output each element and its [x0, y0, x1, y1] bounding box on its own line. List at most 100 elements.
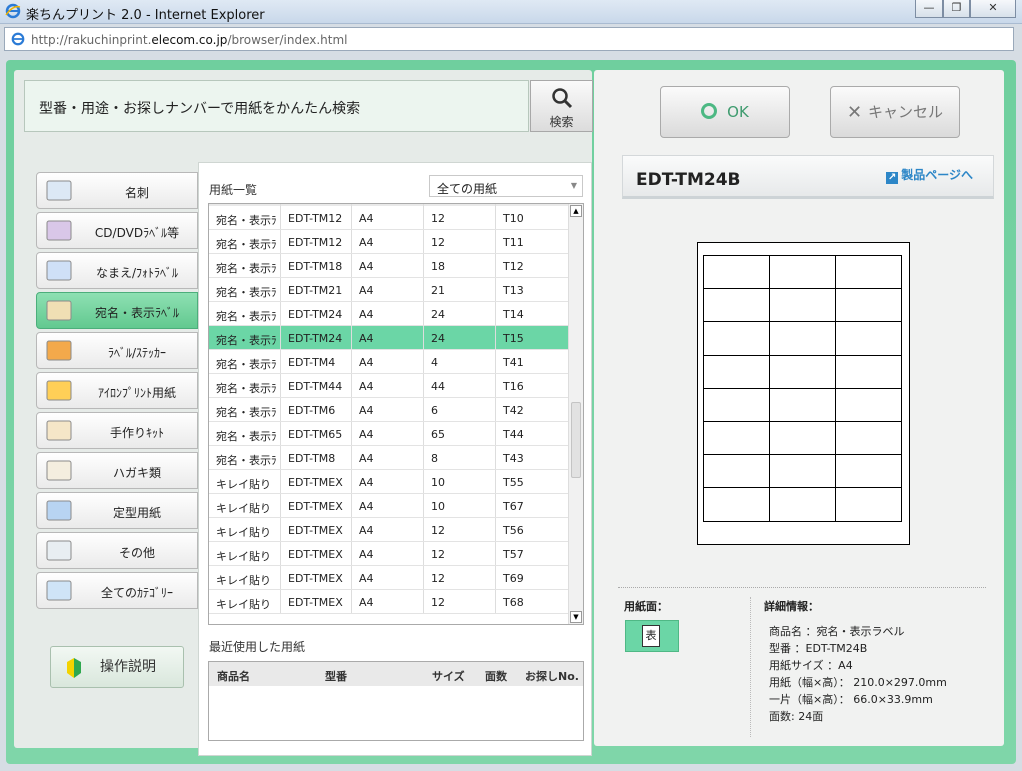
table-row[interactable]: 宛名・表示ﾗ EDT-TM44 A4 44 T16	[209, 374, 569, 398]
category-item[interactable]: ｱｲﾛﾝﾌﾟﾘﾝﾄ用紙	[36, 372, 198, 409]
category-item[interactable]: 名刺	[36, 172, 198, 209]
category-item[interactable]: 定型用紙	[36, 492, 198, 529]
table-cell: A4	[352, 350, 424, 373]
category-label: 定型用紙	[112, 506, 161, 520]
product-page-link[interactable]: ↗ 製品ページへ	[886, 166, 973, 184]
table-cell: 宛名・表示ﾗ	[209, 254, 281, 277]
window-titlebar: 楽ちんプリント 2.0 - Internet Explorer — ❐ ✕	[0, 0, 1022, 24]
face-indicator: 表	[625, 620, 679, 652]
close-window-button[interactable]: ✕	[970, 0, 1016, 18]
table-cell: 宛名・表示ﾗ	[209, 398, 281, 421]
table-row[interactable]: 宛名・表示ﾗ EDT-TM12 A4 12 T11	[209, 230, 569, 254]
category-item[interactable]: ﾗﾍﾞﾙ/ｽﾃｯｶｰ	[36, 332, 198, 369]
table-cell: A4	[352, 278, 424, 301]
label-cell	[703, 487, 770, 522]
table-cell: EDT-TM6	[281, 398, 352, 421]
table-cell: 44	[424, 374, 496, 397]
category-item[interactable]: CD/DVDﾗﾍﾞﾙ等	[36, 212, 198, 249]
search-input[interactable]: 型番・用途・お探しナンバーで用紙をかんたん検索	[24, 80, 529, 132]
recent-col-name: 商品名	[217, 670, 250, 683]
table-cell: EDT-TM21	[281, 278, 352, 301]
table-row-partial[interactable]: 宛名・表示ﾗ EDT-TM12 A4 12 T10	[209, 206, 569, 230]
scroll-thumb[interactable]	[571, 402, 581, 478]
label-cell	[769, 454, 836, 489]
table-row[interactable]: 宛名・表示ﾗ EDT-TM18 A4 18 T12	[209, 254, 569, 278]
table-row[interactable]: 宛名・表示ﾗ EDT-TM65 A4 65 T44	[209, 422, 569, 446]
table-row[interactable]: 宛名・表示ﾗ EDT-TM6 A4 6 T42	[209, 398, 569, 422]
table-row[interactable]: キレイ貼り EDT-TMEX A4 12 T68	[209, 590, 569, 614]
minimize-button[interactable]: —	[915, 0, 943, 18]
label-sheet-preview	[697, 242, 910, 545]
table-row[interactable]: キレイ貼り EDT-TMEX A4 12 T57	[209, 542, 569, 566]
table-cell: 宛名・表示ﾗ	[209, 230, 281, 253]
table-cell: T15	[496, 326, 569, 349]
table-cell: A4	[352, 230, 424, 253]
scroll-up-icon[interactable]: ▲	[570, 205, 582, 217]
paper-size-icon	[45, 498, 75, 524]
label-cell	[835, 354, 902, 389]
address-bar[interactable]: http://rakuchinprint.elecom.co.jp/browse…	[4, 27, 1014, 51]
table-row[interactable]: 宛名・表示ﾗ EDT-TM24 A4 24 T15	[209, 326, 569, 350]
table-row[interactable]: キレイ貼り EDT-TMEX A4 12 T56	[209, 518, 569, 542]
label-cell	[835, 255, 902, 290]
category-item[interactable]: その他	[36, 532, 198, 569]
table-row[interactable]: 宛名・表示ﾗ EDT-TM21 A4 21 T13	[209, 278, 569, 302]
table-cell: EDT-TMEX	[281, 470, 352, 493]
cancel-button[interactable]: ✕ キャンセル	[830, 86, 960, 138]
table-cell: A4	[352, 398, 424, 421]
label-cell	[703, 454, 770, 489]
table-cell: T55	[496, 470, 569, 493]
paper-filter-select[interactable]: 全ての用紙 ▼	[429, 175, 583, 197]
recent-col-count: 面数	[485, 670, 507, 683]
restore-button[interactable]: ❐	[943, 0, 970, 18]
table-cell: EDT-TM24	[281, 326, 352, 349]
table-cell: 宛名・表示ﾗ	[209, 374, 281, 397]
label-cell	[703, 288, 770, 323]
category-item[interactable]: 手作りｷｯﾄ	[36, 412, 198, 449]
label-cell	[703, 421, 770, 456]
details-title: 詳細情報：	[764, 600, 819, 613]
help-button[interactable]: 操作説明	[50, 646, 184, 688]
app-frame: 型番・用途・お探しナンバーで用紙をかんたん検索 検索 名刺 CD/DVDﾗﾍﾞﾙ等…	[6, 60, 1016, 764]
table-row[interactable]: キレイ貼り EDT-TMEX A4 10 T67	[209, 494, 569, 518]
category-item[interactable]: 全てのｶﾃｺﾞﾘｰ	[36, 572, 198, 609]
ok-button[interactable]: OK	[660, 86, 790, 138]
etc-icon	[45, 538, 75, 564]
table-cell: T57	[496, 542, 569, 565]
table-cell: 24	[424, 302, 496, 325]
table-cell: 10	[424, 470, 496, 493]
table-cell: T42	[496, 398, 569, 421]
paper-table-scrollbar[interactable]: ▲ ▼	[568, 204, 583, 624]
beginner-mark-icon	[67, 658, 81, 678]
table-row[interactable]: 宛名・表示ﾗ EDT-TM8 A4 8 T43	[209, 446, 569, 470]
label-cell	[769, 288, 836, 323]
table-cell: EDT-TM65	[281, 422, 352, 445]
cancel-label: キャンセル	[868, 103, 944, 121]
category-item[interactable]: なまえ/ﾌｫﾄﾗﾍﾞﾙ	[36, 252, 198, 289]
paper-list-title: 用紙一覧	[209, 183, 258, 197]
table-row[interactable]: キレイ貼り EDT-TMEX A4 10 T55	[209, 470, 569, 494]
table-row[interactable]: 宛名・表示ﾗ EDT-TM4 A4 4 T41	[209, 350, 569, 374]
scroll-down-icon[interactable]: ▼	[570, 611, 582, 623]
table-cell: A4	[352, 206, 424, 229]
ie-page-icon	[11, 32, 25, 46]
label-cell	[835, 421, 902, 456]
category-label: 名刺	[124, 186, 149, 200]
table-row[interactable]: キレイ貼り EDT-TMEX A4 12 T69	[209, 566, 569, 590]
search-button[interactable]: 検索	[530, 80, 593, 132]
left-panel: 型番・用途・お探しナンバーで用紙をかんたん検索 検索 名刺 CD/DVDﾗﾍﾞﾙ等…	[14, 70, 593, 756]
table-cell: 宛名・表示ﾗ	[209, 302, 281, 325]
sticker-icon	[45, 338, 75, 364]
label-cell	[769, 255, 836, 290]
table-row[interactable]: 宛名・表示ﾗ EDT-TM24 A4 24 T14	[209, 302, 569, 326]
category-item[interactable]: ハガキ類	[36, 452, 198, 489]
ie-logo-icon	[5, 3, 21, 19]
table-cell: 12	[424, 206, 496, 229]
table-cell: A4	[352, 470, 424, 493]
table-cell: キレイ貼り	[209, 542, 281, 565]
table-cell: EDT-TM4	[281, 350, 352, 373]
table-cell: EDT-TMEX	[281, 542, 352, 565]
label-cell	[835, 487, 902, 522]
category-item[interactable]: 宛名・表示ﾗﾍﾞﾙ	[36, 292, 198, 329]
category-label: ｱｲﾛﾝﾌﾟﾘﾝﾄ用紙	[97, 386, 176, 400]
